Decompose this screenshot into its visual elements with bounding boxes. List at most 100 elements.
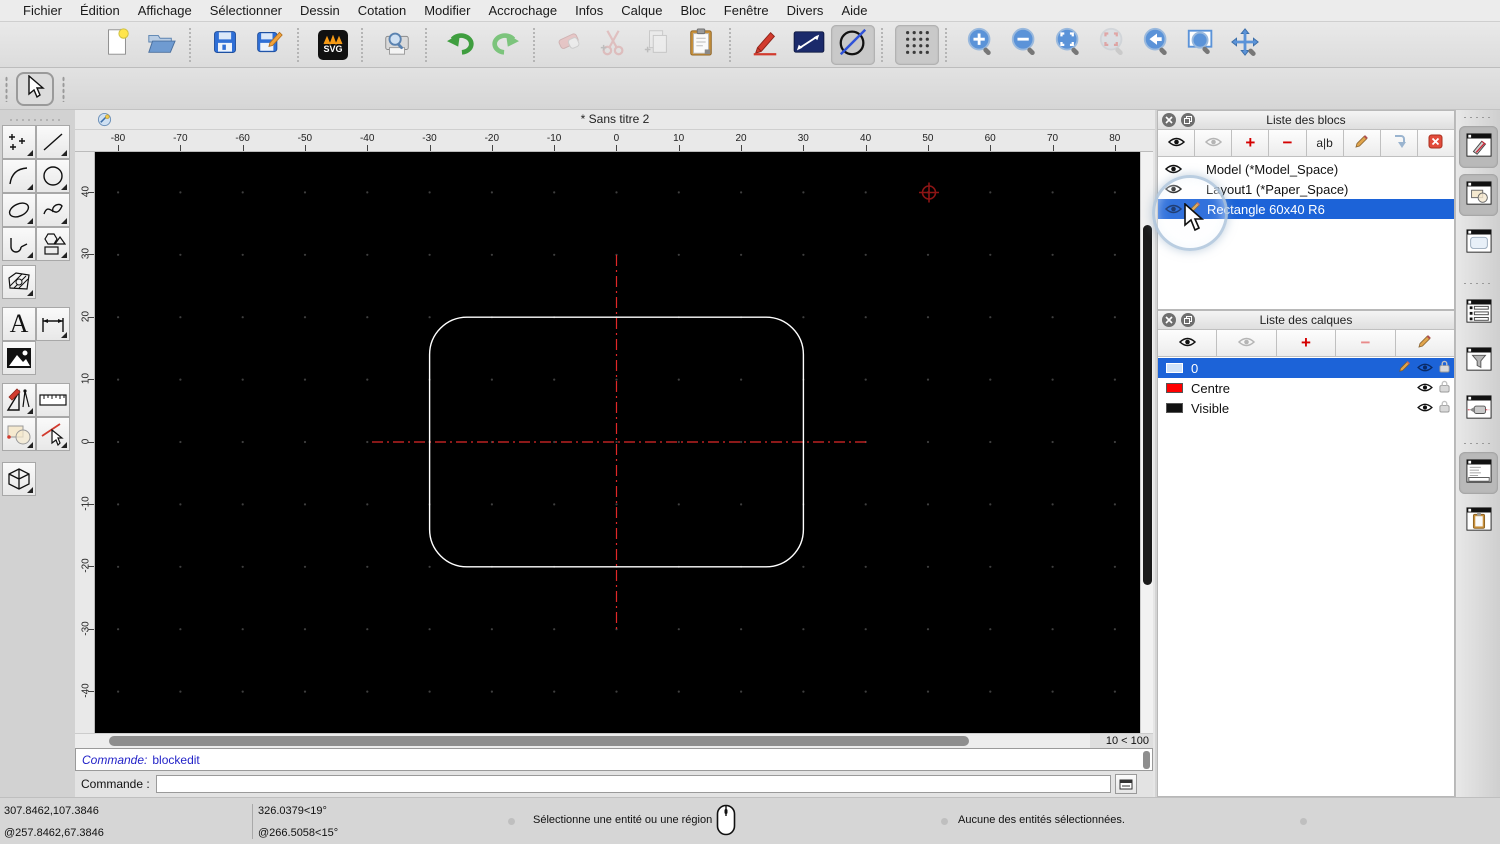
menu-accrochage[interactable]: Accrochage [479,0,566,22]
copy-button[interactable] [635,25,679,65]
block-close-button[interactable] [1417,130,1454,156]
document-titlebar[interactable]: * Sans titre 2 [75,110,1155,130]
circle-tool[interactable] [36,159,70,193]
menu-selectionner[interactable]: Sélectionner [201,0,291,22]
svg-export-button[interactable]: SVG [311,25,355,65]
ellipse-tool[interactable] [2,193,36,227]
toolbar-handle[interactable] [62,76,65,102]
dock-handle[interactable] [1462,442,1494,445]
layer-remove-button[interactable]: − [1336,330,1396,356]
preview-panel-toggle-button[interactable] [1459,222,1498,264]
selection-filter-toggle-button[interactable] [1459,340,1498,382]
palette-handle[interactable] [8,118,64,122]
zoom-auto-button[interactable] [1047,25,1091,65]
eye-icon[interactable] [1417,381,1433,396]
vertical-scrollbar-thumb[interactable] [1143,225,1152,585]
3d-box-tool[interactable] [2,462,36,496]
pen-palette-toggle-button[interactable] [1459,388,1498,430]
zoom-previous-button[interactable] [1135,25,1179,65]
shapes-tool[interactable] [36,227,70,261]
blocks-panel-header[interactable]: Liste des blocs [1158,111,1454,130]
block-list-toggle-button[interactable] [1459,126,1498,168]
spline-tool[interactable] [36,193,70,227]
ruler-tool[interactable] [36,383,70,417]
delete-button[interactable] [547,25,591,65]
zoom-in-button[interactable] [959,25,1003,65]
cut-button[interactable] [591,25,635,65]
library-browser-toggle-button[interactable] [1459,292,1498,334]
menu-modifier[interactable]: Modifier [415,0,479,22]
block-row-model[interactable]: Model (*Model_Space) [1158,159,1454,179]
paste-button[interactable] [679,25,723,65]
block-label[interactable]: Rectangle 60x40 R6 [1207,202,1325,217]
grid-toggle-button[interactable] [895,24,939,65]
undo-button[interactable] [439,25,483,65]
zoom-window-button[interactable] [1179,25,1223,65]
layer-hide-all-button[interactable] [1217,330,1277,356]
pen-settings-button[interactable] [743,25,787,65]
layer-row-centre[interactable]: Centre [1158,378,1454,398]
eye-icon[interactable] [1158,163,1188,175]
arc-tool[interactable] [2,159,36,193]
polyline-tool[interactable] [2,227,36,261]
menu-bloc[interactable]: Bloc [671,0,714,22]
horizontal-scrollbar[interactable] [75,733,1090,748]
layer-name[interactable]: Centre [1191,381,1230,396]
menu-aide[interactable]: Aide [832,0,876,22]
layer-row-0[interactable]: 0 [1158,358,1454,378]
menu-calque[interactable]: Calque [612,0,671,22]
attributes-tool[interactable] [36,417,70,451]
layer-show-all-button[interactable] [1158,330,1218,356]
layer-add-button[interactable]: + [1276,330,1337,356]
block-label[interactable]: Model (*Model_Space) [1206,162,1338,177]
eye-icon[interactable] [1158,183,1188,195]
distance-measure-button[interactable] [787,25,831,65]
dimension-tool[interactable] [36,307,70,341]
layer-list-toggle-button[interactable] [1459,174,1498,216]
zoom-out-button[interactable] [1003,25,1047,65]
block-edit-button[interactable] [1343,130,1381,156]
hatch-tool[interactable] [2,265,36,299]
block-remove-button[interactable]: − [1269,130,1307,156]
clipboard-panel-toggle-button[interactable] [1459,500,1498,542]
layer-row-visible[interactable]: Visible [1158,398,1454,418]
menu-fenetre[interactable]: Fenêtre [715,0,778,22]
layers-panel-close-icon[interactable] [1162,313,1176,327]
block-hide-all-button[interactable] [1195,130,1233,156]
menu-edition[interactable]: Édition [71,0,129,22]
block-label[interactable]: Layout1 (*Paper_Space) [1206,182,1348,197]
command-input[interactable] [155,775,1111,793]
toolbar-handle[interactable] [5,76,8,102]
layer-color-swatch[interactable] [1166,363,1183,373]
layer-name[interactable]: Visible [1191,401,1229,416]
block-row-layout1[interactable]: Layout1 (*Paper_Space) [1158,179,1454,199]
command-widget-toggle-button[interactable] [1459,452,1498,494]
block-rename-button[interactable]: a|b [1306,130,1344,156]
vertical-scrollbar[interactable] [1140,152,1153,733]
dock-handle[interactable] [1462,282,1494,285]
modify-tool[interactable] [2,417,36,451]
block-show-all-button[interactable] [1158,130,1196,156]
menu-cotation[interactable]: Cotation [349,0,415,22]
line-tool[interactable] [36,125,70,159]
layer-name[interactable]: 0 [1191,361,1198,376]
layers-panel-header[interactable]: Liste des calques [1158,311,1454,330]
image-tool[interactable] [2,341,36,375]
points-tool[interactable] [2,125,36,159]
layer-color-swatch[interactable] [1166,383,1183,393]
zoom-selection-button[interactable] [1091,25,1135,65]
lock-icon[interactable] [1439,380,1450,396]
menu-fichier[interactable]: Fichier [14,0,71,22]
menu-infos[interactable]: Infos [566,0,612,22]
lock-icon[interactable] [1439,360,1450,376]
layers-panel-float-icon[interactable] [1181,313,1195,327]
block-add-button[interactable]: + [1232,130,1270,156]
eye-icon[interactable] [1417,361,1433,376]
lock-icon[interactable] [1439,400,1450,416]
horizontal-scrollbar-thumb[interactable] [109,736,969,746]
text-tool[interactable]: A [2,307,36,341]
save-button[interactable] [203,25,247,65]
blocks-panel-float-icon[interactable] [1181,113,1195,127]
measure-tool[interactable] [2,383,36,417]
block-insert-button[interactable] [1380,130,1418,156]
